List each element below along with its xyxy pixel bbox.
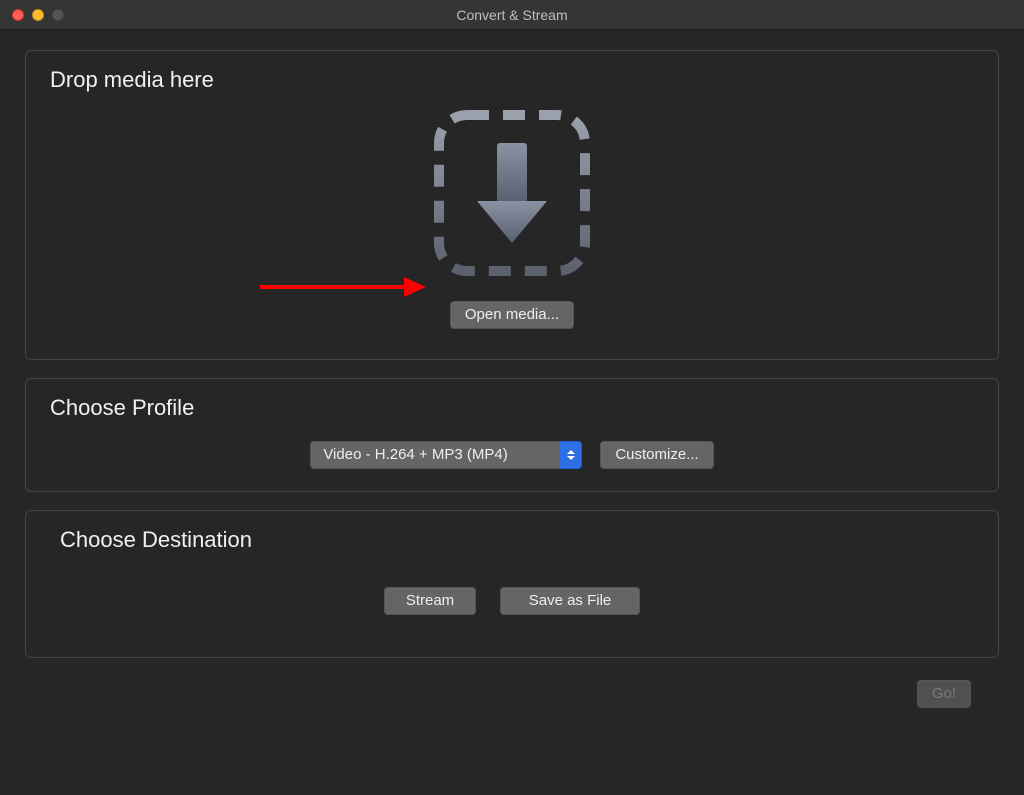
titlebar: Convert & Stream [0, 0, 1024, 30]
profile-select-value: Video - H.264 + MP3 (MP4) [310, 441, 560, 469]
chevron-up-down-icon [560, 441, 582, 469]
choose-destination-title: Choose Destination [46, 527, 978, 553]
choose-profile-title: Choose Profile [46, 395, 978, 421]
drop-media-title: Drop media here [46, 67, 978, 93]
zoom-icon [52, 9, 64, 21]
open-media-button[interactable]: Open media... [450, 301, 574, 329]
choose-profile-panel: Choose Profile Video - H.264 + MP3 (MP4)… [25, 378, 999, 492]
window-title: Convert & Stream [0, 7, 1024, 23]
content-area: Drop media here [0, 30, 1024, 718]
go-button[interactable]: Go! [917, 680, 971, 708]
choose-destination-panel: Choose Destination Stream Save as File [25, 510, 999, 658]
profile-select[interactable]: Video - H.264 + MP3 (MP4) [310, 441, 582, 469]
drop-zone[interactable]: Open media... [46, 103, 978, 329]
drop-media-panel: Drop media here [25, 50, 999, 360]
window-controls [12, 9, 64, 21]
download-arrow-icon [427, 103, 597, 283]
footer: Go! [25, 676, 999, 708]
close-icon[interactable] [12, 9, 24, 21]
minimize-icon[interactable] [32, 9, 44, 21]
customize-button[interactable]: Customize... [600, 441, 713, 469]
stream-button[interactable]: Stream [384, 587, 476, 615]
save-as-file-button[interactable]: Save as File [500, 587, 640, 615]
